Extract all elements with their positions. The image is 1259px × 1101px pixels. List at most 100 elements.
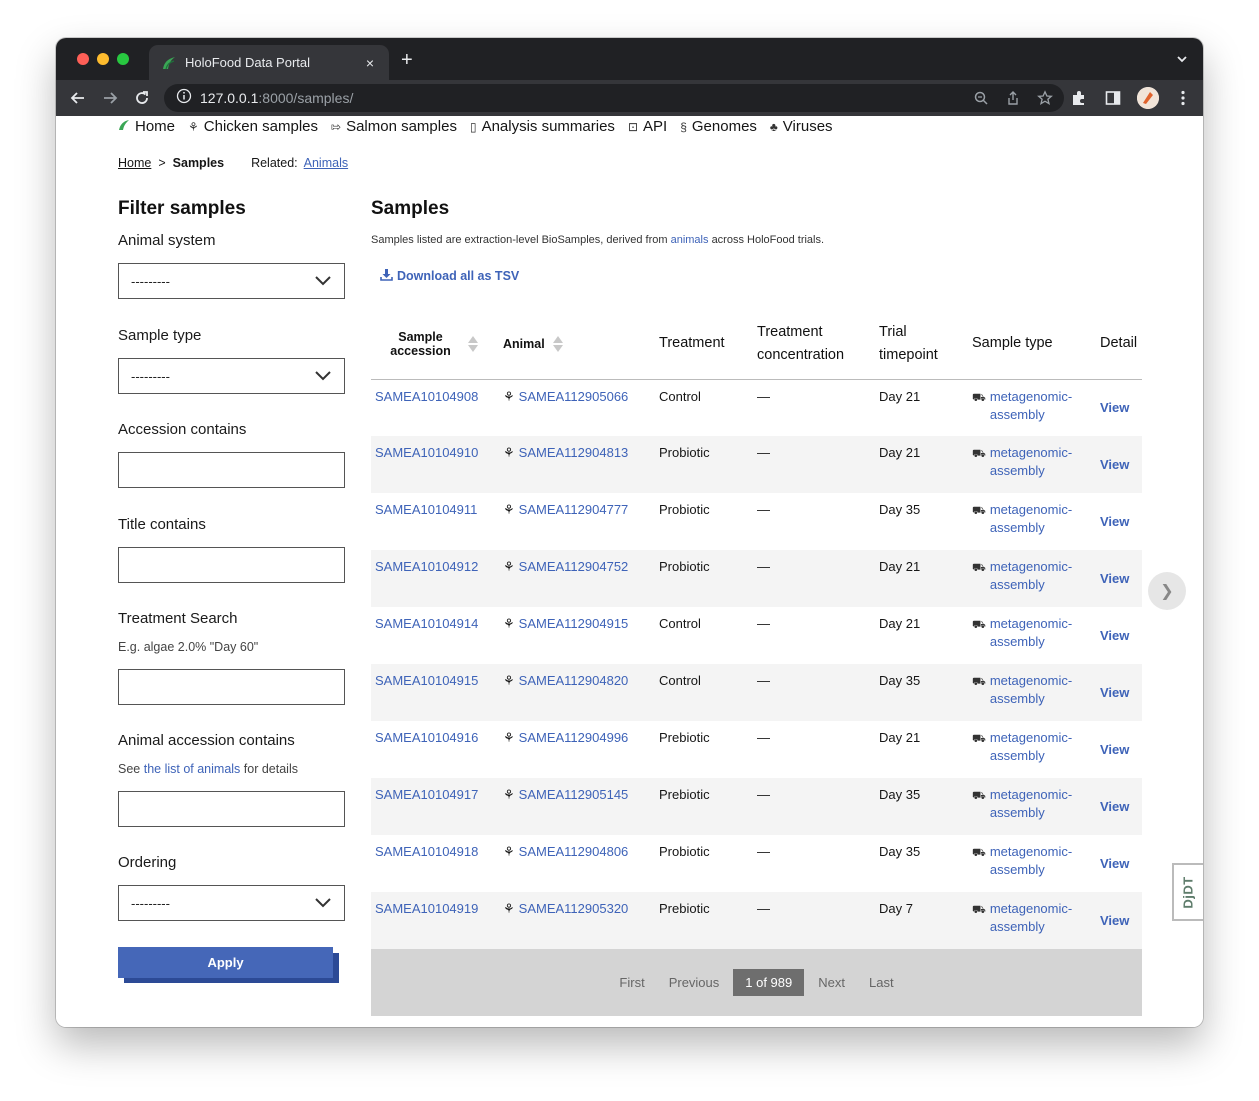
sample-accession-link[interactable]: SAMEA10104919 (375, 901, 478, 916)
profile-avatar[interactable] (1137, 87, 1159, 109)
nav-chicken-samples[interactable]: ⚘ Chicken samples (188, 118, 318, 135)
animal-accession-link[interactable]: SAMEA112904813 (519, 444, 629, 462)
sample-accession-link[interactable]: SAMEA10104915 (375, 673, 478, 688)
maximize-window-button[interactable] (117, 53, 129, 65)
ordering-select[interactable]: --------- (118, 885, 345, 921)
sample-type-link[interactable]: metagenomic-assembly (990, 444, 1072, 480)
django-debug-toolbar-handle[interactable]: DjDT (1172, 863, 1203, 921)
sample-accession-link[interactable]: SAMEA10104914 (375, 616, 478, 631)
sample-accession-link[interactable]: SAMEA10104908 (375, 389, 478, 404)
sample-type-link[interactable]: metagenomic-assembly (990, 615, 1072, 651)
pagination-last[interactable]: Last (857, 975, 906, 990)
sample-type-icon: ⛟ (972, 676, 986, 688)
site-info-icon[interactable] (176, 88, 192, 109)
animal-accession-link[interactable]: SAMEA112905066 (519, 388, 629, 406)
close-window-button[interactable] (77, 53, 89, 65)
sample-type-link[interactable]: metagenomic-assembly (990, 672, 1072, 708)
nav-analysis-summaries[interactable]: ▯ Analysis summaries (470, 118, 615, 135)
browser-menu-icon[interactable] (1173, 88, 1193, 108)
sample-type-link[interactable]: metagenomic-assembly (990, 558, 1072, 594)
sample-type-icon: ⛟ (972, 847, 986, 859)
view-link[interactable]: View (1100, 400, 1129, 415)
sample-type-link[interactable]: metagenomic-assembly (990, 501, 1072, 537)
breadcrumb-home-link[interactable]: Home (118, 156, 151, 170)
sample-type-line1: metagenomic- (989, 901, 1073, 916)
bookmark-star-icon[interactable] (1036, 89, 1054, 107)
sample-type-icon: ⛟ (972, 505, 986, 517)
animal-system-select[interactable]: --------- (118, 263, 345, 299)
animal-accession-link[interactable]: SAMEA112904996 (519, 729, 629, 747)
minimize-window-button[interactable] (97, 53, 109, 65)
title-contains-input[interactable] (118, 547, 345, 583)
download-label: Download all as TSV (397, 269, 520, 283)
animal-accession-input[interactable] (118, 791, 345, 827)
chicken-icon: ⚘ (188, 119, 199, 134)
back-arrow-icon[interactable] (68, 88, 88, 108)
zoom-icon[interactable] (972, 89, 990, 107)
genome-icon: § (680, 119, 687, 134)
nav-salmon-samples[interactable]: ⇰ Salmon samples (331, 118, 457, 135)
new-tab-button[interactable]: + (401, 50, 413, 70)
sample-type-link[interactable]: metagenomic-assembly (990, 900, 1072, 936)
view-link[interactable]: View (1100, 457, 1129, 472)
col-sample-accession[interactable]: Sample accession (371, 309, 499, 380)
nav-genomes[interactable]: § Genomes (680, 118, 757, 135)
browser-tab[interactable]: HoloFood Data Portal × (149, 45, 389, 80)
sample-accession-link[interactable]: SAMEA10104911 (375, 502, 477, 517)
view-link[interactable]: View (1100, 685, 1129, 700)
nav-viruses[interactable]: ♣ Viruses (770, 118, 833, 135)
accession-contains-input[interactable] (118, 452, 345, 488)
view-link[interactable]: View (1100, 571, 1129, 586)
sample-accession-link[interactable]: SAMEA10104916 (375, 730, 478, 745)
sample-accession-link[interactable]: SAMEA10104917 (375, 787, 478, 802)
sample-accession-link[interactable]: SAMEA10104910 (375, 445, 478, 460)
related-animals-link[interactable]: Animals (304, 156, 348, 170)
reload-icon[interactable] (132, 88, 152, 108)
view-link[interactable]: View (1100, 913, 1129, 928)
tab-close-icon[interactable]: × (361, 55, 379, 71)
nav-home[interactable]: Home (118, 118, 175, 135)
extensions-puzzle-icon[interactable] (1069, 88, 1089, 108)
sample-type-link[interactable]: metagenomic-assembly (990, 786, 1072, 822)
pagination-first[interactable]: First (607, 975, 656, 990)
forward-arrow-icon[interactable] (100, 88, 120, 108)
url-text[interactable]: 127.0.0.1:8000/samples/ (200, 90, 353, 106)
cell-treatment: Control (659, 388, 701, 404)
animal-accession-link[interactable]: SAMEA112904806 (519, 843, 629, 861)
view-link[interactable]: View (1100, 799, 1129, 814)
animal-accession-link[interactable]: SAMEA112904777 (519, 501, 629, 519)
animal-accession-link[interactable]: SAMEA112904752 (519, 558, 629, 576)
intro-animals-link[interactable]: animals (671, 234, 709, 246)
address-bar[interactable]: 127.0.0.1:8000/samples/ (164, 84, 1064, 112)
animal-list-link[interactable]: the list of animals (144, 762, 241, 776)
sample-accession-link[interactable]: SAMEA10104912 (375, 559, 478, 574)
view-link[interactable]: View (1100, 514, 1129, 529)
share-icon[interactable] (1004, 89, 1022, 107)
url-host: 127.0.0.1 (200, 90, 259, 106)
animal-accession-link[interactable]: SAMEA112905320 (519, 900, 629, 918)
view-link[interactable]: View (1100, 628, 1129, 643)
animal-accession-link[interactable]: SAMEA112904915 (519, 615, 629, 633)
nav-api[interactable]: ⊡ API (628, 118, 667, 135)
tab-search-chevron-icon[interactable] (1175, 52, 1189, 66)
carousel-next-button[interactable]: ❯ (1148, 572, 1186, 610)
apply-button[interactable]: Apply (118, 947, 333, 978)
animal-accession-link[interactable]: SAMEA112904820 (519, 672, 629, 690)
view-link[interactable]: View (1100, 856, 1129, 871)
sample-accession-link[interactable]: SAMEA10104918 (375, 844, 478, 859)
pagination-previous[interactable]: Previous (657, 975, 732, 990)
sample-type-link[interactable]: metagenomic-assembly (990, 843, 1072, 879)
sample-type-link[interactable]: metagenomic-assembly (990, 388, 1072, 424)
sort-arrows-icon (552, 335, 563, 352)
animal-accession-link[interactable]: SAMEA112905145 (519, 786, 629, 804)
download-tsv-link[interactable]: Download all as TSV (380, 268, 1143, 284)
sample-type-link[interactable]: metagenomic-assembly (990, 729, 1072, 765)
sample-type-select[interactable]: --------- (118, 358, 345, 394)
pagination-next[interactable]: Next (806, 975, 857, 990)
view-link[interactable]: View (1100, 742, 1129, 757)
treatment-search-input[interactable] (118, 669, 345, 705)
cell-sample-type: ⛟ metagenomic-assembly (968, 379, 1096, 436)
col-animal[interactable]: Animal (499, 309, 655, 380)
sidepanel-icon[interactable] (1103, 88, 1123, 108)
table-row: SAMEA10104914 ⚘ SAMEA112904915 Control — Day … (371, 607, 1142, 664)
